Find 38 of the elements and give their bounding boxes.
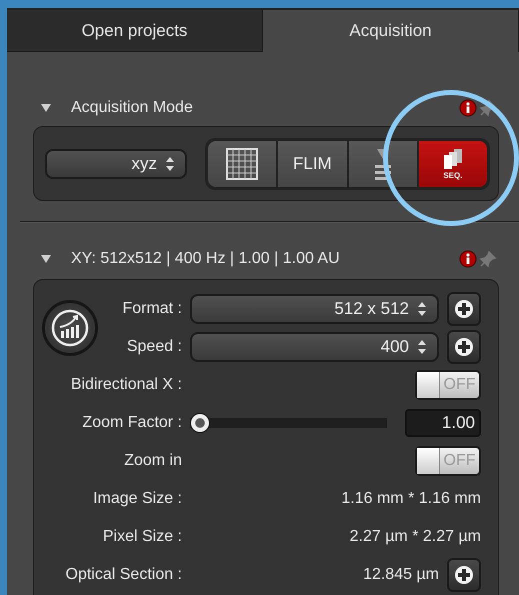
spinner-icon [165, 156, 175, 172]
add-button[interactable] [447, 292, 481, 326]
spinner-icon [417, 301, 427, 317]
pages-icon [442, 148, 464, 170]
mode-button[interactable]: FLIM [278, 140, 346, 186]
value-text: 1.16 mm * 1.16 mm [341, 490, 481, 508]
grid-mode-button[interactable] [208, 140, 276, 186]
plus-icon [454, 565, 474, 585]
sequential-mode-button[interactable]: SEQ. [418, 140, 487, 186]
mode-dropdown[interactable]: xyz [45, 148, 187, 178]
field-label: Zoom in [124, 452, 182, 470]
section-title: Acquisition Mode [71, 99, 194, 117]
dropdown[interactable]: 512 x 512 [190, 294, 439, 324]
expand-triangle-icon[interactable] [40, 254, 52, 264]
section-title: XY: 512x512 | 400 Hz | 1.00 | 1.00 AU [71, 250, 341, 268]
add-button[interactable] [447, 330, 481, 364]
field-label: Image Size : [93, 490, 182, 508]
spinner-icon [417, 339, 427, 355]
expand-triangle-icon[interactable] [40, 103, 52, 113]
field-label: Optical Section : [66, 566, 182, 584]
field-label: Speed : [126, 338, 182, 356]
plus-icon [454, 337, 474, 357]
value-text: 12.845 µm [363, 566, 439, 584]
dropdown[interactable]: 400 [190, 332, 439, 362]
tab[interactable]: Open projects [7, 10, 263, 52]
field-label: Zoom Factor : [82, 414, 182, 432]
add-button[interactable] [447, 558, 481, 592]
plus-icon [454, 299, 474, 319]
info-icon[interactable] [459, 99, 477, 117]
stack-mode-button[interactable] [348, 140, 417, 186]
field-label: Format : [122, 300, 182, 318]
slider-thumb[interactable] [190, 413, 210, 433]
info-icon[interactable] [459, 250, 477, 268]
field-label: Pixel Size : [102, 528, 182, 546]
value-text: 2.27 µm * 2.27 µm [350, 528, 481, 546]
grid-icon [226, 148, 258, 180]
number-field[interactable]: 1.00 [405, 409, 481, 437]
field-label: Bidirectional X : [70, 376, 182, 394]
